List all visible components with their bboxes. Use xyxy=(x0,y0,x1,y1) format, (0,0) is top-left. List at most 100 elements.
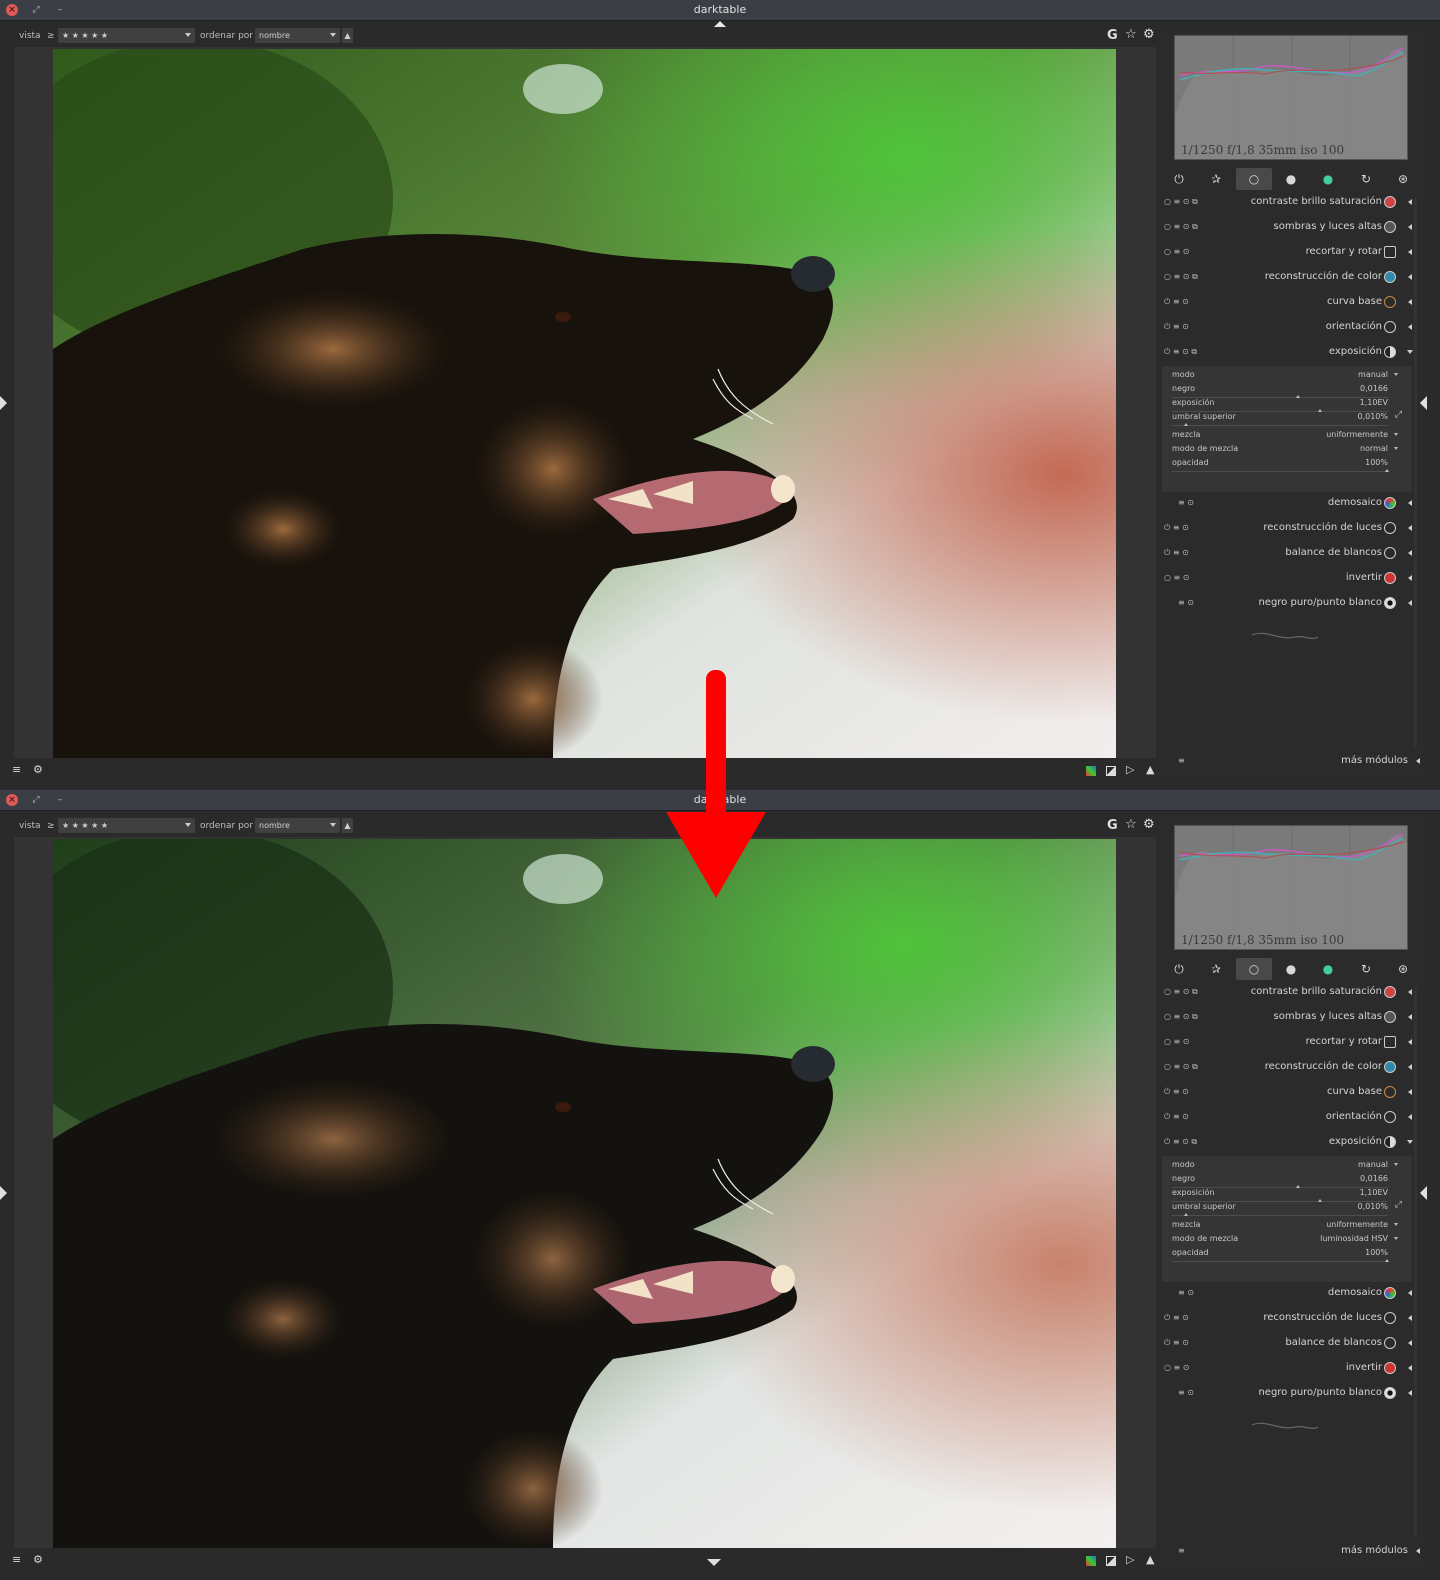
module-negro-puro[interactable]: ≡ ⊙ negro puro/punto blanco xyxy=(1160,591,1416,616)
mode-combo[interactable]: modo manual xyxy=(1172,370,1400,384)
expand-arrow-icon[interactable] xyxy=(1408,1365,1412,1371)
module-invertir[interactable]: ○ ≡ ⊙ invertir xyxy=(1160,1356,1416,1381)
overexposure-icon[interactable] xyxy=(1106,1556,1116,1566)
module-demosaico[interactable]: ≡ ⊙ demosaico xyxy=(1160,1281,1416,1306)
expand-arrow-icon[interactable] xyxy=(1408,550,1412,556)
expand-arrow-icon[interactable] xyxy=(1408,575,1412,581)
hamburger-menu-icon[interactable]: ≡ xyxy=(12,763,21,776)
grouping-icon[interactable]: G xyxy=(1107,818,1118,833)
module-demosaico[interactable]: ≡ ⊙ demosaico xyxy=(1160,491,1416,516)
sort-direction-button[interactable]: ▲ xyxy=(342,28,353,43)
expand-arrow-icon[interactable] xyxy=(1408,324,1412,330)
star-overlay-icon[interactable]: ☆ xyxy=(1125,27,1137,42)
effects-group-icon[interactable]: ⊛ xyxy=(1385,958,1421,980)
overexposure-icon[interactable] xyxy=(1106,766,1116,776)
mode-combo[interactable]: modo manual xyxy=(1172,1160,1400,1174)
collapse-arrow-icon[interactable] xyxy=(1407,350,1413,354)
more-modules-button[interactable]: ≡ más módulos xyxy=(1160,753,1426,771)
expand-arrow-icon[interactable] xyxy=(1408,525,1412,531)
module-orientacion[interactable]: ⏻ ≡ ⊙ orientación xyxy=(1160,315,1416,340)
softproof-icon[interactable]: ▷ xyxy=(1126,1553,1134,1566)
gamut-check-icon[interactable]: ▲ xyxy=(1146,763,1154,776)
opacity-slider[interactable]: opacidad 100% xyxy=(1172,1248,1400,1262)
slider-handle[interactable] xyxy=(1184,423,1188,426)
expand-left-panel-icon[interactable] xyxy=(0,1186,7,1200)
color-group-icon[interactable]: ● xyxy=(1310,168,1346,190)
black-slider[interactable]: negro 0,0166 xyxy=(1172,384,1400,398)
star-overlay-icon[interactable]: ☆ xyxy=(1125,817,1137,832)
module-curva-base[interactable]: ⏻ ≡ ⊙ curva base xyxy=(1160,1080,1416,1105)
rating-filter-combo[interactable]: ★ ★ ★ ★ ★ xyxy=(58,28,195,43)
sort-direction-button[interactable]: ▲ xyxy=(342,818,353,833)
threshold-slider[interactable]: umbral superior 0,010% ⤢ xyxy=(1172,1200,1402,1216)
module-contraste[interactable]: ○ ≡ ⊙ ⧉ contraste brillo saturación xyxy=(1160,980,1416,1005)
rating-filter-combo[interactable]: ★ ★ ★ ★ ★ xyxy=(58,818,195,833)
expand-arrow-icon[interactable] xyxy=(1408,500,1412,506)
correction-group-icon[interactable]: ↻ xyxy=(1348,168,1384,190)
power-icon[interactable]: ⏻ xyxy=(1161,168,1197,190)
module-sombras[interactable]: ○ ≡ ⊙ ⧉ sombras y luces altas xyxy=(1160,215,1416,240)
module-reconstruccion-luces[interactable]: ⏻ ≡ ⊙ reconstrucción de luces xyxy=(1160,1306,1416,1331)
histogram[interactable]: 1/1250 f/1,8 35mm iso 100 xyxy=(1174,35,1408,160)
expand-left-panel-icon[interactable] xyxy=(0,396,7,410)
collapse-right-panel-icon[interactable] xyxy=(1420,1186,1427,1200)
module-orientacion[interactable]: ⏻ ≡ ⊙ orientación xyxy=(1160,1105,1416,1130)
module-reconstruccion-color[interactable]: ○ ≡ ⊙ ⧉ reconstrucción de color xyxy=(1160,1055,1416,1080)
sort-combo[interactable]: nombre xyxy=(255,28,340,43)
basic-group-icon[interactable]: ○ xyxy=(1236,168,1272,190)
expand-arrow-icon[interactable] xyxy=(1408,299,1412,305)
power-icon[interactable]: ⏻ xyxy=(1161,958,1197,980)
more-modules-button[interactable]: ≡ más módulos xyxy=(1160,1543,1426,1561)
blend-mode-combo[interactable]: modo de mezcla normal xyxy=(1172,444,1400,458)
dog-photo[interactable] xyxy=(53,49,1116,758)
module-curva-base[interactable]: ⏻ ≡ ⊙ curva base xyxy=(1160,290,1416,315)
gamut-check-icon[interactable]: ▲ xyxy=(1146,1553,1154,1566)
expand-arrow-icon[interactable] xyxy=(1408,1315,1412,1321)
module-sombras[interactable]: ○ ≡ ⊙ ⧉ sombras y luces altas xyxy=(1160,1005,1416,1030)
color-picker-icon[interactable] xyxy=(1086,766,1096,776)
module-contraste[interactable]: ○ ≡ ⊙ ⧉ contraste brillo saturación xyxy=(1160,190,1416,215)
expand-arrow-icon[interactable] xyxy=(1408,249,1412,255)
expand-arrow-icon[interactable] xyxy=(1408,1290,1412,1296)
expand-arrow-icon[interactable] xyxy=(1408,199,1412,205)
favorite-icon[interactable]: ✰ xyxy=(1198,168,1234,190)
module-reconstruccion-color[interactable]: ○ ≡ ⊙ ⧉ reconstrucción de color xyxy=(1160,265,1416,290)
expand-arrow-icon[interactable] xyxy=(1408,1014,1412,1020)
black-slider[interactable]: negro 0,0166 xyxy=(1172,1174,1400,1188)
blend-combo[interactable]: mezcla uniformemente xyxy=(1172,430,1400,444)
histogram[interactable]: 1/1250 f/1,8 35mm iso 100 xyxy=(1174,825,1408,950)
module-recortar[interactable]: ○ ≡ ⊙ recortar y rotar xyxy=(1160,1030,1416,1055)
softproof-icon[interactable]: ▷ xyxy=(1126,763,1134,776)
color-picker-icon[interactable] xyxy=(1086,1556,1096,1566)
collapse-arrow-icon[interactable] xyxy=(1407,1140,1413,1144)
gear-icon[interactable]: ⚙ xyxy=(1143,27,1155,42)
dog-photo[interactable] xyxy=(53,839,1116,1548)
expand-arrow-icon[interactable] xyxy=(1408,1089,1412,1095)
module-scrollbar[interactable] xyxy=(1414,197,1417,747)
expand-arrow-icon[interactable] xyxy=(1408,1340,1412,1346)
module-reconstruccion-luces[interactable]: ⏻ ≡ ⊙ reconstrucción de luces xyxy=(1160,516,1416,541)
collapse-bottom-panel-icon[interactable] xyxy=(707,1559,721,1566)
opacity-slider[interactable]: opacidad 100% xyxy=(1172,458,1400,472)
expand-arrow-icon[interactable] xyxy=(1408,1390,1412,1396)
favorite-icon[interactable]: ✰ xyxy=(1198,958,1234,980)
blend-mode-combo[interactable]: modo de mezcla luminosidad HSV xyxy=(1172,1234,1400,1248)
effects-group-icon[interactable]: ⊛ xyxy=(1385,168,1421,190)
sort-combo[interactable]: nombre xyxy=(255,818,340,833)
module-exposicion[interactable]: ⏻ ≡ ⊙ ⧉ exposición xyxy=(1160,1130,1416,1155)
slider-handle[interactable] xyxy=(1184,1213,1188,1216)
color-group-icon[interactable]: ● xyxy=(1310,958,1346,980)
module-balance-blancos[interactable]: ⏻ ≡ ⊙ balance de blancos xyxy=(1160,1331,1416,1356)
tone-group-icon[interactable]: ● xyxy=(1273,168,1309,190)
slider-handle[interactable] xyxy=(1385,1259,1389,1262)
module-negro-puro[interactable]: ≡ ⊙ negro puro/punto blanco xyxy=(1160,1381,1416,1406)
module-invertir[interactable]: ○ ≡ ⊙ invertir xyxy=(1160,566,1416,591)
correction-group-icon[interactable]: ↻ xyxy=(1348,958,1384,980)
gear-icon[interactable]: ⚙ xyxy=(1143,817,1155,832)
exposure-slider[interactable]: exposición 1,10EV xyxy=(1172,1188,1400,1202)
tone-group-icon[interactable]: ● xyxy=(1273,958,1309,980)
expand-arrow-icon[interactable] xyxy=(1408,989,1412,995)
collapse-right-panel-icon[interactable] xyxy=(1420,396,1427,410)
module-scrollbar[interactable] xyxy=(1414,987,1417,1537)
module-balance-blancos[interactable]: ⏻ ≡ ⊙ balance de blancos xyxy=(1160,541,1416,566)
